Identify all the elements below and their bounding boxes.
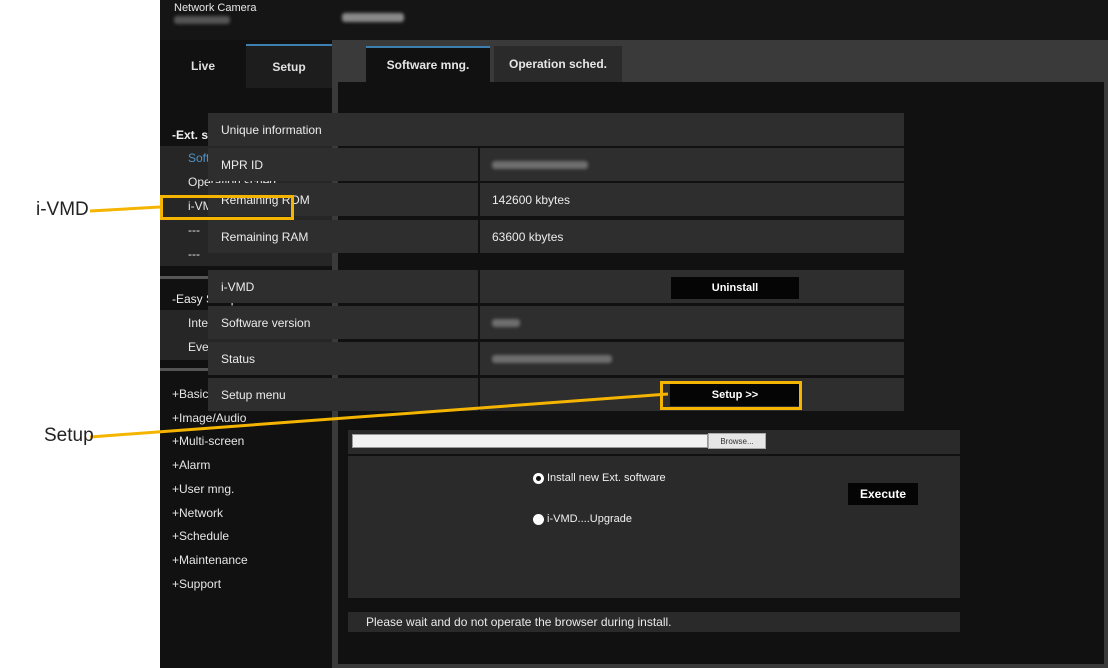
ivmd-callout-line xyxy=(89,205,161,213)
ivmd-callout-label: i-VMD xyxy=(36,199,89,220)
setup-highlight-box xyxy=(660,381,802,410)
callout-lines xyxy=(89,205,669,439)
setup-callout-label: Setup xyxy=(44,425,94,446)
ivmd-highlight-box xyxy=(160,195,294,220)
setup-callout-line xyxy=(89,392,669,439)
